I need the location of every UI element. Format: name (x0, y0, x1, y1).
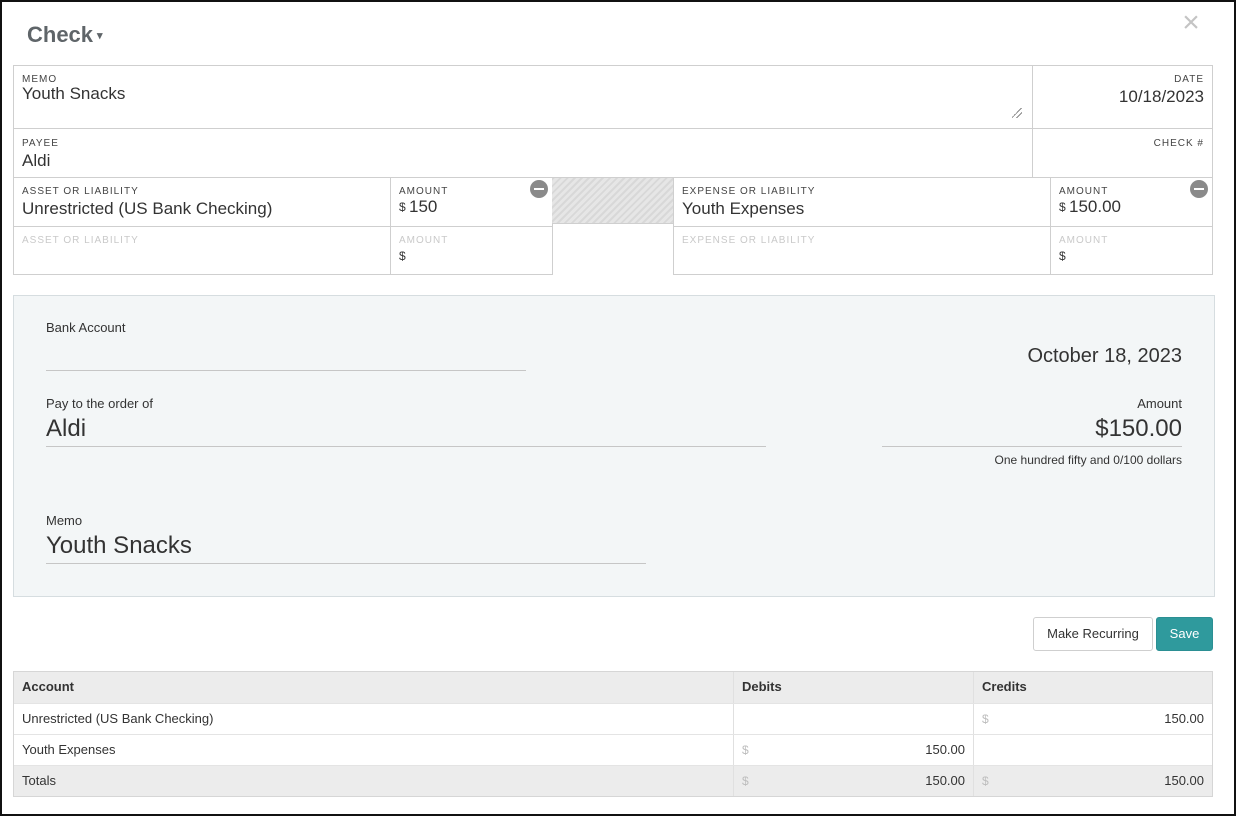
asset-amount-value: 150 (409, 197, 438, 216)
pay-to-line (46, 446, 766, 447)
currency-symbol: $ (982, 774, 989, 788)
bank-account-line (46, 370, 526, 371)
check-memo-value: Youth Snacks (46, 532, 192, 559)
payee-label: PAYEE (22, 138, 59, 149)
currency-symbol: $ (742, 743, 749, 757)
make-recurring-button[interactable]: Make Recurring (1033, 617, 1153, 651)
ledger-table: Account Debits Credits Unrestricted (US … (13, 671, 1213, 797)
pay-to-label: Pay to the order of (46, 396, 153, 411)
bank-account-label: Bank Account (46, 320, 126, 335)
expense-amount-value: 150.00 (1069, 197, 1121, 216)
split-divider (552, 177, 673, 224)
row-credit: $ 150.00 (973, 704, 1212, 734)
payee-value: Aldi (22, 151, 51, 170)
debit-value: 150.00 (925, 742, 965, 757)
asset-amount-placeholder: AMOUNT (399, 235, 449, 246)
amount-value: $150.00 (1095, 415, 1182, 442)
date-label: DATE (1174, 74, 1204, 85)
resize-handle-icon[interactable] (1012, 108, 1022, 118)
chevron-down-icon: ▾ (97, 30, 103, 42)
asset-account-field[interactable]: ASSET OR LIABILITY Unrestricted (US Bank… (13, 177, 391, 227)
check-date: October 18, 2023 (1027, 345, 1182, 367)
amount-line (882, 446, 1182, 447)
expense-account-field[interactable]: EXPENSE OR LIABILITY Youth Expenses (673, 177, 1051, 227)
remove-row-icon[interactable] (1190, 180, 1208, 198)
table-row: Unrestricted (US Bank Checking) $ 150.00 (14, 703, 1212, 734)
expense-account-placeholder: EXPENSE OR LIABILITY (682, 235, 816, 246)
currency-symbol: $ (742, 774, 749, 788)
asset-account-value: Unrestricted (US Bank Checking) (22, 199, 273, 218)
row-debit: $ 150.00 (733, 735, 973, 765)
asset-account-placeholder: ASSET OR LIABILITY (22, 235, 139, 246)
totals-credit-value: 150.00 (1164, 773, 1204, 788)
expense-amount-placeholder: AMOUNT (1059, 235, 1109, 246)
asset-amount-field[interactable]: AMOUNT $ 150 (390, 177, 553, 227)
row-account: Youth Expenses (22, 742, 116, 757)
memo-value: Youth Snacks (22, 84, 126, 103)
date-value: 10/18/2023 (1118, 87, 1204, 106)
amount-label: Amount (1137, 396, 1182, 411)
save-button[interactable]: Save (1156, 617, 1213, 651)
close-icon[interactable]: × (1178, 8, 1204, 38)
expense-account-field-empty[interactable]: EXPENSE OR LIABILITY (673, 226, 1051, 275)
expense-amount-field-empty[interactable]: AMOUNT $ (1050, 226, 1213, 275)
remove-row-icon[interactable] (530, 180, 548, 198)
row-account: Unrestricted (US Bank Checking) (22, 711, 214, 726)
amount-words: One hundred fifty and 0/100 dollars (994, 453, 1182, 467)
expense-account-value: Youth Expenses (682, 199, 805, 218)
check-memo-label: Memo (46, 513, 83, 528)
pay-to-value: Aldi (46, 415, 87, 442)
credit-value: 150.00 (1164, 711, 1204, 726)
totals-debit: $ 150.00 (733, 766, 973, 796)
asset-amount-label: AMOUNT (399, 186, 449, 197)
check-memo-line (46, 563, 646, 564)
currency-symbol: $ (1059, 249, 1066, 263)
check-number-label: CHECK # (1153, 138, 1204, 149)
row-debit (733, 704, 973, 734)
transaction-type-dropdown[interactable]: Check ▾ (27, 22, 103, 48)
check-dialog: Check ▾ × MEMO Youth Snacks DATE 10/18/20… (0, 0, 1236, 816)
asset-account-field-empty[interactable]: ASSET OR LIABILITY (13, 226, 391, 275)
totals-credit: $ 150.00 (973, 766, 1212, 796)
currency-symbol: $ (399, 200, 406, 214)
currency-symbol: $ (399, 249, 406, 263)
asset-amount-field-empty[interactable]: AMOUNT $ (390, 226, 553, 275)
check-number-field[interactable]: CHECK # (1032, 128, 1213, 178)
totals-label: Totals (22, 773, 56, 788)
expense-account-label: EXPENSE OR LIABILITY (682, 186, 816, 197)
expense-amount-field[interactable]: AMOUNT $ 150.00 (1050, 177, 1213, 227)
currency-symbol: $ (1059, 200, 1066, 214)
expense-amount-label: AMOUNT (1059, 186, 1109, 197)
totals-debit-value: 150.00 (925, 773, 965, 788)
column-header-account: Account (22, 679, 74, 694)
column-header-credits: Credits (973, 672, 1212, 703)
memo-field[interactable]: MEMO Youth Snacks (13, 65, 1033, 129)
totals-row: Totals $ 150.00 $ 150.00 (14, 765, 1212, 796)
column-header-debits: Debits (733, 672, 973, 703)
table-header: Account Debits Credits (14, 672, 1212, 703)
check-preview: Bank Account October 18, 2023 Pay to the… (13, 295, 1215, 597)
payee-field[interactable]: PAYEE Aldi (13, 128, 1033, 178)
table-row: Youth Expenses $ 150.00 (14, 734, 1212, 765)
asset-account-label: ASSET OR LIABILITY (22, 186, 139, 197)
row-credit (973, 735, 1212, 765)
date-field[interactable]: DATE 10/18/2023 (1032, 65, 1213, 129)
dialog-title: Check (27, 22, 94, 47)
currency-symbol: $ (982, 712, 989, 726)
